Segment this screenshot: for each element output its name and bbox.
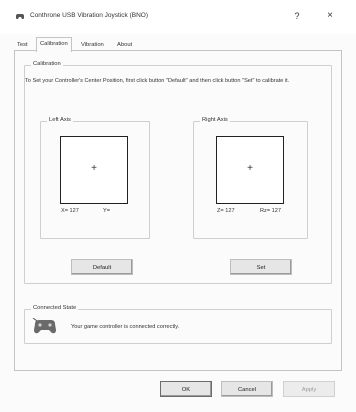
gamepad-icon — [32, 318, 56, 334]
gamepad-icon — [16, 14, 24, 19]
left-axis-display: + — [60, 136, 128, 204]
calibration-group: Calibration To Set your Controller's Cen… — [24, 61, 332, 284]
title-bar[interactable]: Conthrone USB Vibration Joystick (BNO) ?… — [0, 0, 356, 34]
left-axis-group: Left Axis + X= 127 Y= — [40, 117, 150, 239]
calibration-instruction: To Set your Controller's Center Position… — [25, 78, 290, 84]
tab-vibration[interactable]: Vibration — [78, 40, 107, 50]
tab-about[interactable]: About — [114, 40, 135, 50]
connected-state-label: Connected State — [31, 305, 79, 311]
dialog-window: Conthrone USB Vibration Joystick (BNO) ?… — [0, 0, 356, 412]
apply-button[interactable]: Apply — [283, 381, 335, 397]
window-title: Conthrone USB Vibration Joystick (BNO) — [30, 12, 149, 19]
left-axis-x-value: X= 127 — [61, 208, 79, 214]
left-axis-crosshair: + — [91, 163, 97, 174]
right-axis-crosshair: + — [247, 163, 253, 174]
set-button[interactable]: Set — [230, 259, 292, 275]
connected-state-group: Connected State Your game controller is … — [24, 305, 332, 344]
tab-test[interactable]: Test — [14, 40, 31, 50]
right-axis-group: Right Axis + Z= 127 Rz= 127 — [193, 117, 308, 239]
tab-calibration[interactable]: Calibration — [36, 37, 72, 52]
connected-state-message: Your game controller is connected correc… — [71, 324, 180, 330]
close-button[interactable]: × — [323, 9, 337, 23]
default-button[interactable]: Default — [71, 259, 133, 275]
left-axis-label: Left Axis — [47, 117, 73, 123]
cancel-button[interactable]: Cancel — [221, 381, 273, 397]
right-axis-display: + — [216, 136, 284, 204]
right-axis-label: Right Axis — [200, 117, 230, 123]
help-button[interactable]: ? — [290, 9, 304, 23]
ok-button[interactable]: OK — [160, 381, 212, 397]
right-axis-z-value: Z= 127 — [217, 208, 235, 214]
tab-panel-calibration: Calibration To Set your Controller's Cen… — [14, 50, 342, 371]
left-axis-y-value: Y= — [103, 208, 110, 214]
right-axis-rz-value: Rz= 127 — [260, 208, 281, 214]
calibration-group-label: Calibration — [31, 61, 63, 67]
